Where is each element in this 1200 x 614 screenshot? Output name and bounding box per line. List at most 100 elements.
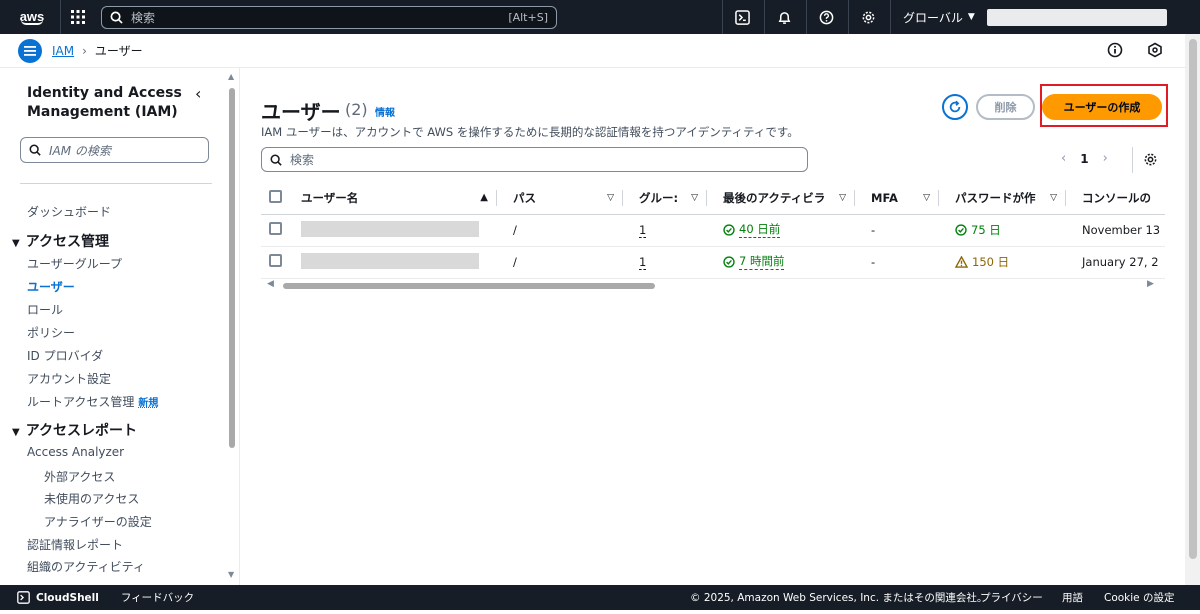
redacted-username[interactable] <box>301 252 479 269</box>
sidebar-item-policies[interactable]: ポリシー <box>27 324 75 341</box>
delete-button[interactable]: 削除 <box>976 94 1035 120</box>
sidebar-item-org-activity[interactable]: 組織のアクティビティ <box>27 558 145 575</box>
page-scrollbar[interactable] <box>1185 34 1200 585</box>
settings-button[interactable] <box>848 0 888 34</box>
search-icon <box>29 144 41 156</box>
sidebar-item-external-access[interactable]: 外部アクセス <box>44 468 115 485</box>
sort-icon: ▽ <box>923 192 930 203</box>
terms-link[interactable]: 用語 <box>1062 590 1083 605</box>
region-label: グローバル <box>903 10 963 25</box>
privacy-link[interactable]: プライバシー <box>980 590 1043 605</box>
cell-console: November 13 <box>1074 214 1165 247</box>
column-label: コンソールの <box>1082 190 1151 205</box>
table-row[interactable]: / 1 40 日前 - 75 日 November 13 <box>261 214 1165 247</box>
side-nav-title[interactable]: Identity and Access Management (IAM) <box>27 84 197 122</box>
select-all-checkbox[interactable] <box>269 189 282 203</box>
column-label: パス <box>513 190 536 205</box>
page-number[interactable]: 1 <box>1080 152 1088 166</box>
column-header-username[interactable]: ユーザー名 ▲ <box>293 182 505 215</box>
sidebar-item-access-analyzer[interactable]: Access Analyzer <box>27 445 124 459</box>
refresh-button[interactable] <box>942 94 968 120</box>
section-access-management-label: アクセス管理 <box>25 234 110 250</box>
cloudshell-link[interactable]: CloudShell <box>17 591 99 604</box>
sidebar-item-users[interactable]: ユーザー <box>27 278 75 295</box>
scroll-left-icon[interactable]: ◀ <box>267 279 274 289</box>
last-activity-status[interactable]: 7 時間前 <box>723 253 785 271</box>
scroll-down-icon[interactable]: ▼ <box>228 570 234 579</box>
section-access-reports[interactable]: ▼ アクセスレポート <box>12 420 137 440</box>
check-circle-icon <box>955 223 967 236</box>
refresh-icon <box>949 100 961 113</box>
cookie-settings-link[interactable]: Cookie の設定 <box>1104 590 1174 605</box>
cloudshell-button[interactable] <box>722 0 762 34</box>
iam-search-placeholder: IAM の検索 <box>49 143 111 158</box>
next-page-icon[interactable]: › <box>1103 151 1108 166</box>
help-button[interactable] <box>806 0 846 34</box>
sidebar-item-root-access[interactable]: ルートアクセス管理 新規 <box>27 393 158 410</box>
divider <box>20 183 212 184</box>
users-search-input[interactable]: 検索 <box>261 147 808 172</box>
aws-logo[interactable]: aws <box>8 0 56 34</box>
sidebar-item-analyzer-settings[interactable]: アナライザーの設定 <box>44 513 152 530</box>
column-header-console[interactable]: コンソールの <box>1074 182 1165 215</box>
new-badge[interactable]: 新規 <box>138 398 158 409</box>
sidebar-item-dashboard[interactable]: ダッシュボード <box>27 203 111 220</box>
password-age-status: 150 日 <box>955 254 1009 270</box>
help-icon <box>819 10 834 24</box>
create-user-button[interactable]: ユーザーの作成 <box>1042 94 1162 120</box>
row-checkbox[interactable] <box>269 254 282 267</box>
password-age-text: 75 日 <box>971 222 1001 237</box>
redacted-username[interactable] <box>301 220 479 237</box>
last-activity-status[interactable]: 40 日前 <box>723 221 781 239</box>
prev-page-icon[interactable]: ‹ <box>1061 151 1066 166</box>
column-header-mfa[interactable]: MFA ▽ <box>863 182 947 215</box>
global-search-placeholder: 検索 <box>131 11 156 25</box>
side-nav-toggle[interactable] <box>18 38 42 63</box>
services-grid-icon[interactable] <box>60 0 94 34</box>
info-panel-button[interactable] <box>1107 42 1125 60</box>
chevron-left-icon[interactable]: ‹ <box>195 84 201 103</box>
hexagon-icon <box>1148 42 1162 58</box>
sidebar-item-account-settings[interactable]: アカウント設定 <box>27 370 111 387</box>
region-selector[interactable]: グローバル ▼ <box>890 0 987 34</box>
sidebar-item-user-groups[interactable]: ユーザーグループ <box>27 255 122 272</box>
cell-mfa: - <box>863 246 947 279</box>
assistant-button[interactable] <box>1147 42 1165 60</box>
groups-count-link[interactable]: 1 <box>639 223 647 238</box>
table-preferences-button[interactable] <box>1143 152 1158 170</box>
info-link[interactable]: 情報 <box>375 104 395 119</box>
users-table: ユーザー名 ▲ パス ▽ グルー: ▽ 最後のアクティビラ ▽ MFA ▽ パスワードが作… <box>261 182 1165 279</box>
table-header-row: ユーザー名 ▲ パス ▽ グルー: ▽ 最後のアクティビラ ▽ MFA ▽ パスワードが作… <box>261 182 1165 215</box>
column-header-password-age[interactable]: パスワードが作 ▽ <box>947 182 1074 215</box>
breadcrumb-iam[interactable]: IAM <box>52 44 74 58</box>
sidebar-item-roles[interactable]: ロール <box>27 301 63 318</box>
sidebar-item-identity-providers[interactable]: ID プロバイダ <box>27 347 103 364</box>
scroll-up-icon[interactable]: ▲ <box>228 72 234 81</box>
column-header-last-activity[interactable]: 最後のアクティビラ ▽ <box>715 182 863 215</box>
sidebar-scrollbar[interactable]: ▲ ▼ <box>228 72 236 579</box>
table-scroll-thumb[interactable] <box>283 283 655 289</box>
users-search-placeholder: 検索 <box>290 153 315 167</box>
scroll-right-icon[interactable]: ▶ <box>1147 279 1154 289</box>
page-scroll-thumb[interactable] <box>1189 39 1197 559</box>
table-horizontal-scrollbar[interactable]: ◀ ▶ <box>261 279 1165 293</box>
column-header-path[interactable]: パス ▽ <box>505 182 631 215</box>
table-row[interactable]: / 1 7 時間前 - 150 日 January 27, 2 <box>261 246 1165 279</box>
terminal-icon <box>17 591 30 604</box>
last-activity-text: 40 日前 <box>739 222 781 239</box>
account-menu[interactable] <box>987 9 1167 26</box>
feedback-link[interactable]: フィードバック <box>121 590 194 605</box>
password-age-text: 150 日 <box>972 254 1010 269</box>
sidebar-item-credential-report[interactable]: 認証情報レポート <box>27 536 123 553</box>
row-checkbox[interactable] <box>269 222 282 235</box>
iam-search-input[interactable]: IAM の検索 <box>20 137 209 163</box>
cell-path: / <box>505 214 631 247</box>
sidebar-item-unused-access[interactable]: 未使用のアクセス <box>44 490 139 507</box>
sidebar-scroll-thumb[interactable] <box>229 88 235 448</box>
global-search-input[interactable]: 検索 [Alt+S] <box>101 6 557 29</box>
notifications-button[interactable] <box>764 0 804 34</box>
column-header-groups[interactable]: グルー: ▽ <box>631 182 715 215</box>
groups-count-link[interactable]: 1 <box>639 255 647 270</box>
section-access-management[interactable]: ▼ アクセス管理 <box>12 231 109 251</box>
column-label: 最後のアクティビラ <box>723 190 826 205</box>
